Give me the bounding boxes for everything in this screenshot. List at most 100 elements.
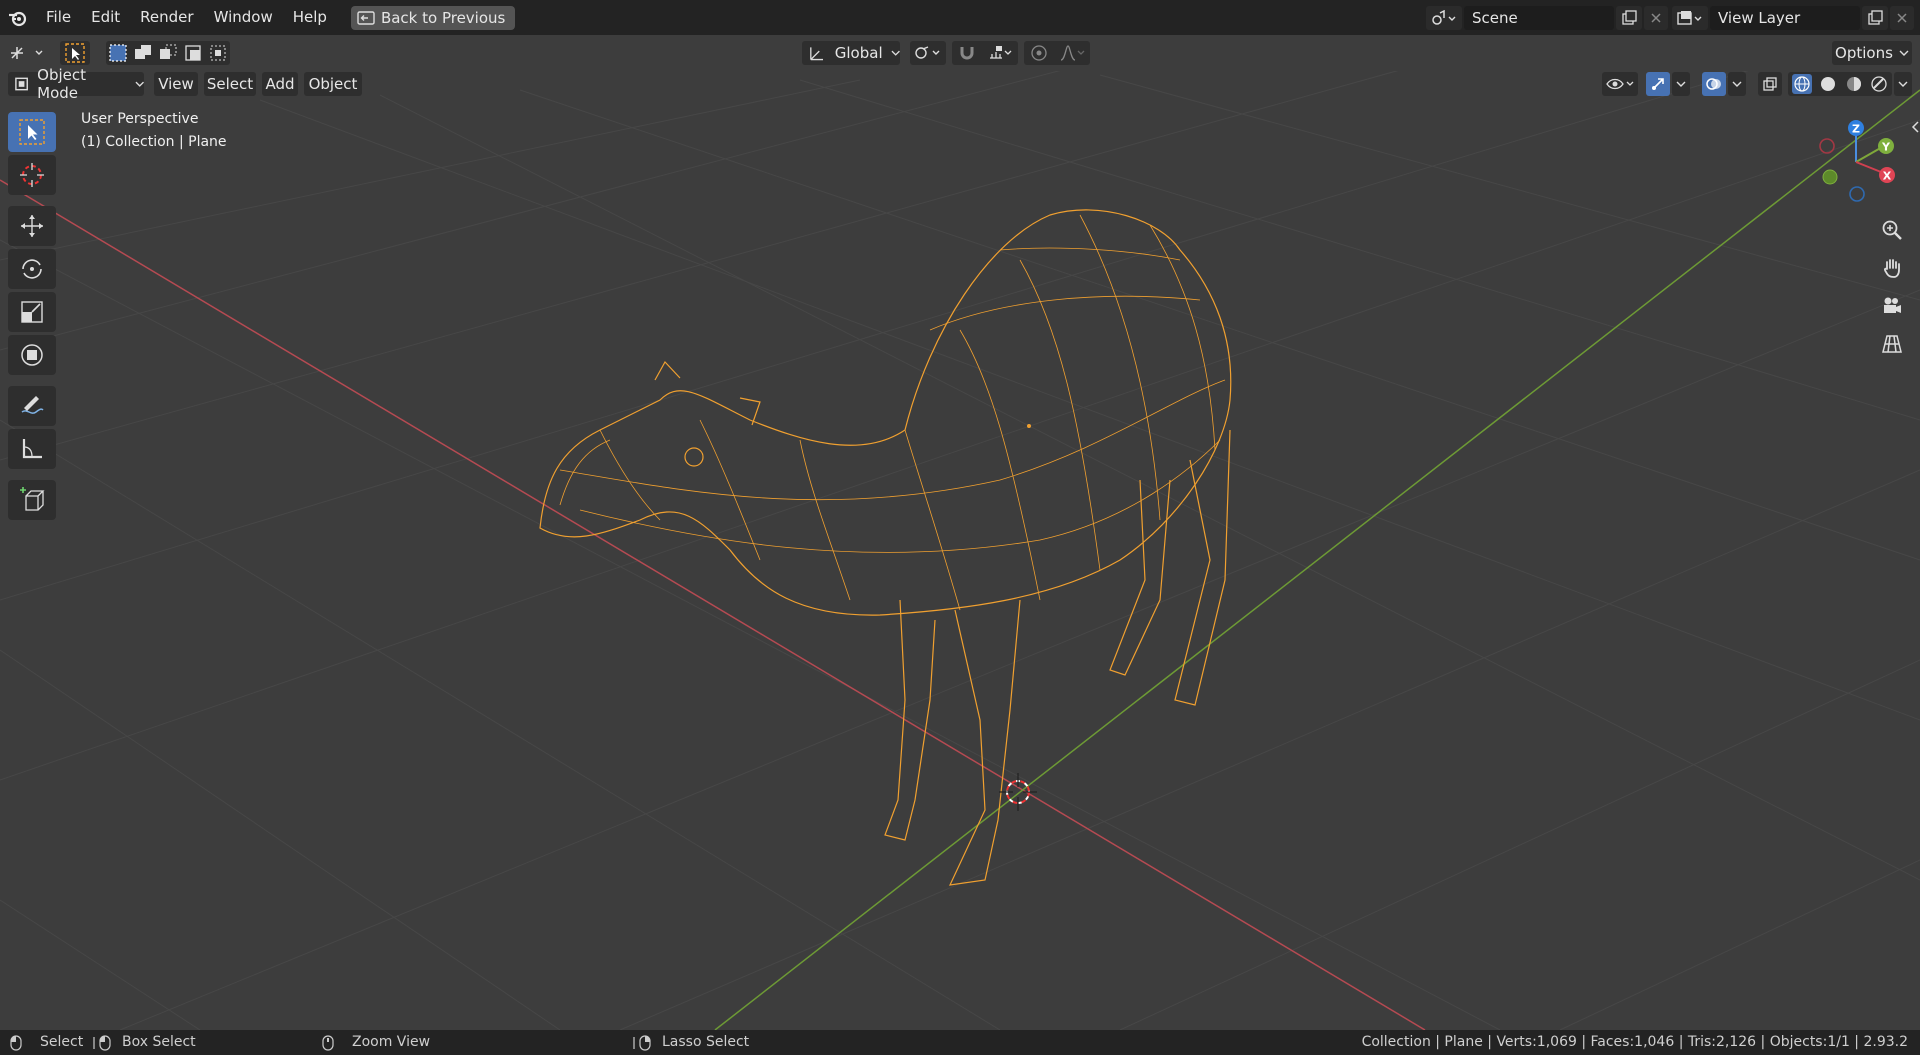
toggle-projection-button[interactable] (1876, 328, 1908, 360)
select-tool-mode-button[interactable] (60, 41, 90, 65)
xray-icon (1763, 77, 1777, 91)
material-shading-icon[interactable] (1845, 75, 1863, 93)
shading-dropdown[interactable] (1894, 72, 1912, 96)
tool-header: Global Options (0, 35, 1920, 71)
rendered-shading-icon[interactable] (1870, 75, 1888, 93)
mouse-left-icon (10, 1035, 22, 1051)
object-mode-dropdown[interactable]: Object Mode (8, 66, 144, 102)
shading-mode-group (1788, 72, 1892, 96)
zoom-icon (1882, 220, 1902, 240)
rotate-icon (22, 259, 42, 279)
tool-select-box[interactable] (8, 112, 56, 152)
solid-shading-icon[interactable] (1819, 75, 1837, 93)
select-intersect-icon[interactable] (208, 43, 228, 63)
tool-annotate[interactable] (8, 386, 56, 426)
mode-label: Object Mode (37, 66, 86, 102)
menu-add[interactable]: Add (262, 72, 298, 96)
close-icon (1651, 13, 1661, 23)
snap-magnet-icon[interactable] (958, 44, 976, 62)
snap-increment-icon[interactable] (988, 44, 1012, 62)
viewport-grid (0, 59, 1920, 1030)
delete-scene-button[interactable] (1644, 6, 1668, 30)
tool-move[interactable] (8, 206, 56, 246)
chevron-down-icon (1898, 81, 1908, 87)
gizmo-dropdown[interactable] (1672, 72, 1690, 96)
status-lasso-select-label: Lasso Select (662, 1034, 750, 1050)
wireframe-shading-icon[interactable] (1791, 74, 1812, 94)
toolbox (8, 112, 58, 523)
pivot-point-dropdown[interactable] (910, 41, 946, 65)
new-scene-button[interactable] (1616, 6, 1642, 30)
tool-measure[interactable] (8, 429, 56, 469)
menu-render[interactable]: Render (130, 0, 203, 35)
navigation-gizmo[interactable]: Z Y X (1810, 112, 1920, 212)
grid-projection-icon (1882, 335, 1902, 353)
3d-viewport-icon (11, 47, 43, 59)
zoom-view-button[interactable] (1876, 214, 1908, 246)
view-layer-name-field[interactable]: View Layer (1710, 6, 1860, 30)
select-subtract-icon[interactable] (158, 43, 178, 63)
scale-icon (21, 301, 43, 323)
delete-view-layer-button[interactable] (1890, 6, 1914, 30)
tool-add-cube[interactable] (8, 480, 56, 520)
menu-edit[interactable]: Edit (81, 0, 130, 35)
gizmo-y-label: Y (1881, 141, 1891, 154)
editor-type-button[interactable] (8, 41, 48, 65)
show-gizmo-toggle[interactable] (1646, 72, 1670, 96)
scene-name-field[interactable]: Scene (1464, 6, 1614, 30)
select-new-icon[interactable] (108, 43, 128, 63)
show-overlays-toggle[interactable] (1702, 72, 1726, 96)
3d-viewport[interactable] (0, 35, 1920, 1030)
transform-orientation-dropdown[interactable]: Global (802, 41, 900, 65)
orientation-label: Global (834, 44, 883, 62)
view-layer-selector: View Layer (1672, 6, 1914, 30)
tool-scale[interactable] (8, 292, 56, 332)
pivot-icon (915, 46, 940, 59)
scene-icon (1432, 10, 1456, 25)
visibility-dropdown[interactable] (1602, 72, 1638, 96)
blender-logo-icon[interactable] (0, 0, 36, 35)
chevron-down-icon (1732, 81, 1742, 87)
hand-icon (1884, 259, 1900, 278)
proportional-edit-icon[interactable] (1030, 44, 1048, 62)
snap-group (952, 41, 1018, 65)
mouse-right-drag-icon (633, 1035, 651, 1051)
select-invert-icon[interactable] (183, 43, 203, 63)
camera-icon (1884, 297, 1901, 313)
back-icon (357, 10, 375, 25)
active-collection-label: (1) Collection | Plane (81, 134, 227, 150)
gizmo-x-label: X (1883, 170, 1892, 183)
view-layer-icon (1677, 11, 1702, 25)
scene-browse-button[interactable] (1426, 6, 1462, 30)
tool-transform[interactable] (8, 335, 56, 375)
status-box-select-label: Box Select (122, 1034, 196, 1050)
menu-file[interactable]: File (36, 0, 81, 35)
back-to-previous-button[interactable]: Back to Previous (350, 5, 516, 30)
camel-mesh (539, 209, 1232, 886)
scene-statistics: Collection | Plane | Verts:1,069 | Faces… (1361, 1034, 1908, 1050)
chevron-down-icon (891, 50, 900, 56)
menu-window[interactable]: Window (204, 0, 283, 35)
orientation-icon (810, 47, 824, 61)
select-extend-icon[interactable] (133, 43, 153, 63)
tool-rotate[interactable] (8, 249, 56, 289)
xray-toggle[interactable] (1758, 72, 1782, 96)
mouse-drag-icon (93, 1035, 111, 1051)
scene-selector: Scene (1426, 6, 1668, 30)
menu-view[interactable]: View (154, 72, 198, 96)
tool-cursor[interactable] (8, 155, 56, 195)
view-layer-browse-button[interactable] (1672, 6, 1708, 30)
pan-view-button[interactable] (1876, 252, 1908, 284)
falloff-icon[interactable] (1059, 44, 1085, 62)
sidebar-toggle-icon[interactable] (1910, 120, 1920, 134)
camera-view-button[interactable] (1876, 290, 1908, 322)
new-view-layer-button[interactable] (1862, 6, 1888, 30)
options-button[interactable]: Options (1832, 41, 1912, 65)
menu-object[interactable]: Object (304, 72, 362, 96)
chevron-down-icon (1899, 50, 1909, 56)
overlays-dropdown[interactable] (1728, 72, 1746, 96)
eye-icon (1606, 78, 1634, 90)
menu-help[interactable]: Help (283, 0, 337, 35)
close-icon (1897, 13, 1907, 23)
menu-select[interactable]: Select (204, 72, 256, 96)
